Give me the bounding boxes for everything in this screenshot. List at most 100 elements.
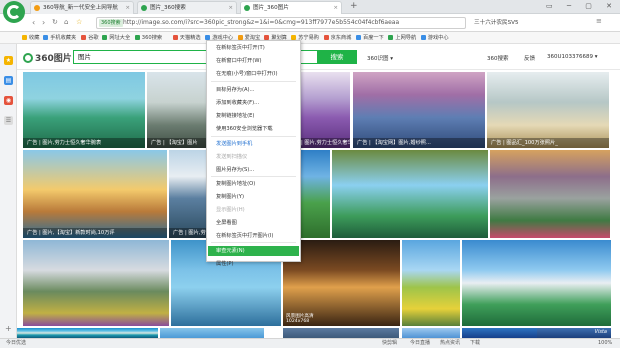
- status-bar: 今日优选 快剪辑 今日直播 热点资讯 下载 100%: [0, 338, 620, 348]
- bookmark-item[interactable]: 百度一下: [356, 32, 384, 44]
- tab-360-search-images[interactable]: 图片_360搜索 ×: [137, 1, 237, 14]
- image-thumbnail[interactable]: Vista: [537, 328, 611, 338]
- bookmark-item[interactable]: 上网导航: [388, 32, 416, 44]
- image-thumbnail[interactable]: [332, 150, 488, 238]
- image-watermark: Vista: [594, 329, 607, 335]
- status-item[interactable]: 下载: [470, 339, 480, 348]
- bookmark-item[interactable]: 360搜索: [134, 32, 163, 44]
- image-thumbnail[interactable]: 广告 | 图品汇_100万张照片_: [487, 72, 609, 148]
- 360-images-logo[interactable]: 360图片: [23, 51, 72, 64]
- tab-360-navigation[interactable]: 360导航_新一代安全上网导航 ×: [30, 1, 134, 14]
- image-thumbnail[interactable]: 广告 | 图片,【淘宝】新款时尚,10万评: [23, 150, 167, 238]
- context-menu-item[interactable]: 在新窗口中打开(W): [208, 56, 299, 66]
- context-menu-item[interactable]: 使用360安全浏览器下载: [208, 124, 299, 134]
- status-item[interactable]: 热点资讯: [440, 339, 460, 348]
- zoom-level[interactable]: 100%: [598, 339, 612, 348]
- user-account-link[interactable]: 360U103376689 ▾: [547, 54, 598, 60]
- bookmark-item[interactable]: 网址大全: [102, 32, 130, 44]
- favorite-star-icon[interactable]: ☆: [76, 18, 82, 26]
- context-menu-item: 显示图片(H): [216, 207, 245, 213]
- plus-icon[interactable]: +: [350, 1, 358, 11]
- news-icon[interactable]: ☰: [4, 116, 13, 125]
- context-menu-item[interactable]: 图片另存为(S)...: [208, 165, 299, 175]
- image-thumbnail[interactable]: [23, 240, 169, 326]
- image-thumbnail[interactable]: [17, 328, 158, 338]
- close-icon[interactable]: ×: [333, 2, 338, 14]
- bookmark-item[interactable]: 游戏中心: [420, 32, 449, 44]
- bookmark-label: 游戏中心: [427, 35, 449, 41]
- message-icon[interactable]: ▤: [4, 76, 13, 85]
- bookmark-item[interactable]: 收藏: [22, 32, 39, 44]
- context-menu-item[interactable]: 复制图片地址(O): [208, 179, 299, 189]
- bookmark-item[interactable]: 谷歌: [81, 32, 99, 44]
- context-menu-item[interactable]: 在无痕(小号)窗口中打开(I): [208, 69, 299, 79]
- image-search-header: 360图片 图片 搜索 360识图 ▾ 360搜索 反馈 360U1033766…: [17, 44, 620, 70]
- status-item[interactable]: 今日直播: [410, 339, 430, 348]
- image-caption[interactable]: 广告 | 【淘宝】图片: [147, 138, 207, 148]
- bookmark-label: 收藏: [29, 35, 40, 41]
- bookmark-item[interactable]: 天猫精选: [172, 32, 201, 44]
- bookmark-label: 360搜索: [141, 35, 163, 41]
- bookmark-item[interactable]: 京东商城: [323, 32, 352, 44]
- context-menu-item[interactable]: 发送图片到手机: [208, 139, 299, 149]
- eye-icon[interactable]: ◉: [4, 96, 13, 105]
- left-sidebar: ★ ▤ ◉ ☰ +: [0, 44, 17, 338]
- context-menu-item[interactable]: 在新标签页中打开图片(I): [208, 231, 299, 241]
- bookmark-favicon-icon: [81, 34, 87, 40]
- close-icon[interactable]: ×: [228, 2, 233, 14]
- bookmark-label: 谷歌: [88, 35, 99, 41]
- bookmark-favicon-icon: [134, 34, 140, 40]
- url-input[interactable]: 360搜索 http://image.so.com/i?src=360pic_s…: [96, 17, 466, 29]
- context-menu-item[interactable]: 添加到收藏夹(F)...: [208, 98, 299, 108]
- refresh-icon[interactable]: ↻: [52, 18, 58, 26]
- image-caption[interactable]: 广告 | 【淘宝网】图片,婚纱照...: [353, 138, 485, 148]
- image-thumbnail[interactable]: 广告 | 【淘宝网】图片,婚纱照...: [353, 72, 485, 148]
- image-thumbnail[interactable]: [283, 328, 399, 338]
- search-button[interactable]: 搜索: [317, 50, 357, 64]
- image-thumbnail[interactable]: [160, 328, 264, 338]
- context-menu-item: 发送到扫描仪: [216, 154, 248, 160]
- window-controls[interactable]: ▭ ─ ▢ ✕: [546, 2, 618, 10]
- home-icon[interactable]: ⌂: [64, 18, 68, 26]
- image-thumbnail[interactable]: [402, 240, 460, 326]
- address-bar: ‹ › ↻ ⌂ ☆ 360搜索 http://image.so.com/i?sr…: [0, 14, 620, 32]
- feedback-link[interactable]: 反馈: [524, 54, 535, 62]
- context-menu-item[interactable]: 目标另存为(A)...: [208, 85, 299, 95]
- forward-icon[interactable]: ›: [42, 18, 45, 27]
- bookmark-label: 京东商城: [330, 35, 352, 41]
- status-left[interactable]: 今日优选: [6, 339, 26, 348]
- context-menu-item[interactable]: 全屏看图: [208, 218, 299, 228]
- context-menu-item[interactable]: 复制图片(Y): [208, 192, 299, 202]
- context-menu-item[interactable]: 在新标签页中打开(T): [208, 43, 299, 53]
- tab-label: 图片_360图片: [253, 5, 289, 11]
- reverse-image-search-link[interactable]: 360识图 ▾: [367, 54, 393, 62]
- context-menu-item[interactable]: 属性(P): [208, 259, 299, 269]
- image-thumbnail[interactable]: [462, 240, 611, 326]
- image-caption[interactable]: 广告 | 图片,劳力士恒久奢华腕表: [23, 138, 145, 148]
- image-dimensions: 1024x768: [286, 319, 310, 324]
- tab-360-images[interactable]: 图片_360图片 ×: [240, 1, 342, 14]
- image-thumbnail[interactable]: [402, 328, 460, 338]
- context-menu-item[interactable]: 复制链接地址(E): [208, 111, 299, 121]
- bookmark-favicon-icon: [291, 34, 297, 40]
- image-caption[interactable]: 广告 | 图片,【淘宝】新款时尚,10万评: [23, 228, 167, 238]
- bookmark-favicon-icon: [102, 34, 108, 40]
- search-query: 图片: [78, 53, 91, 61]
- close-icon[interactable]: ×: [125, 2, 130, 14]
- bookmark-favicon-icon: [323, 34, 329, 40]
- back-icon[interactable]: ‹: [32, 18, 35, 27]
- image-thumbnail[interactable]: 广告 | 图片,劳力士恒久奢华腕表: [23, 72, 145, 148]
- menu-icon[interactable]: ≡: [596, 17, 602, 25]
- image-thumbnail[interactable]: 广告 | 【淘宝】图片: [147, 72, 207, 148]
- star-icon[interactable]: ★: [4, 56, 13, 65]
- image-thumbnail[interactable]: [490, 150, 610, 238]
- context-menu-item[interactable]: 审查元素(N): [208, 246, 299, 256]
- bookmark-item[interactable]: 手机收藏夹: [43, 32, 76, 44]
- browser-search-box[interactable]: 三十六计农民SV5: [474, 17, 592, 29]
- image-caption[interactable]: 广告 | 图品汇_100万张照片_: [487, 138, 609, 148]
- bookmark-favicon-icon: [356, 34, 361, 40]
- 360-search-link[interactable]: 360搜索: [487, 54, 509, 62]
- add-icon[interactable]: +: [5, 324, 12, 333]
- status-item[interactable]: 快剪辑: [382, 339, 397, 348]
- 360-browser-logo-icon[interactable]: [3, 1, 25, 23]
